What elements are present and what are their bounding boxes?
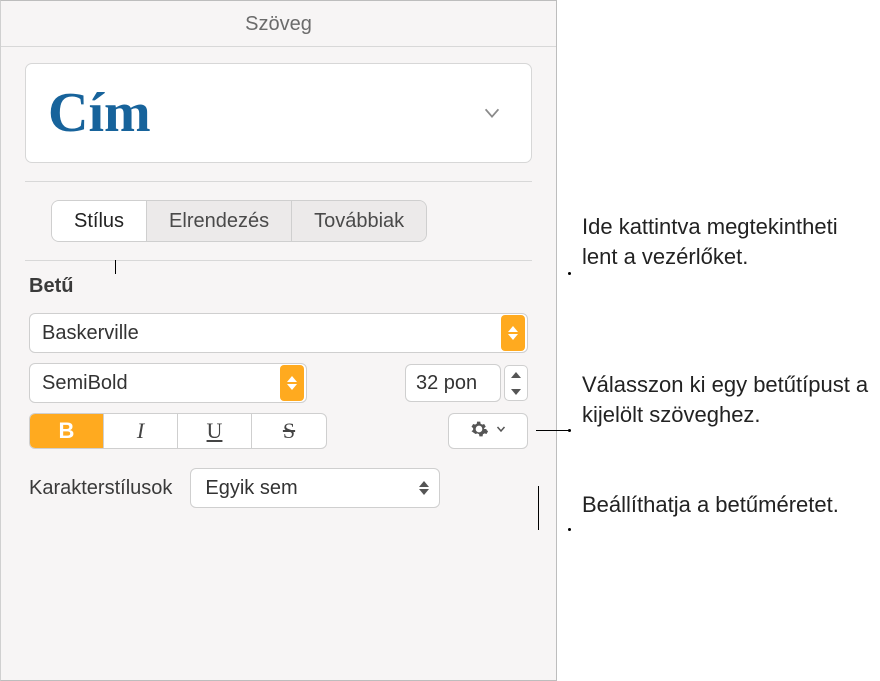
paragraph-style-value: Cím xyxy=(48,81,151,145)
tabs-row: Stílus Elrendezés Továbbiak xyxy=(1,182,556,260)
callout-font: Válasszon ki egy betűtípust a kijelölt s… xyxy=(582,370,872,429)
italic-button[interactable]: I xyxy=(104,414,178,448)
strikethrough-button[interactable]: S xyxy=(252,414,326,448)
format-panel: Szöveg Cím Stílus Elrendezés Továbbiak B… xyxy=(0,0,557,681)
chevron-down-icon xyxy=(495,422,507,440)
font-size-box: 32 pon xyxy=(405,364,528,402)
bold-button[interactable]: B xyxy=(30,414,104,448)
font-size-stepper[interactable] xyxy=(504,365,528,401)
font-weight-value: SemiBold xyxy=(42,372,128,395)
panel-title: Szöveg xyxy=(1,1,556,47)
callout-tabs: Ide kattintva megtekintheti lent a vezér… xyxy=(582,212,862,271)
character-styles-row: Karakterstílusok Egyik sem xyxy=(1,454,556,508)
updown-arrow-icon xyxy=(280,365,304,401)
underline-button[interactable]: U xyxy=(178,414,252,448)
character-styles-label: Karakterstílusok xyxy=(29,477,172,500)
font-weight-select[interactable]: SemiBold xyxy=(29,363,307,403)
text-style-row: B I U S xyxy=(1,408,556,454)
stepper-down-icon xyxy=(511,389,521,395)
font-size-input[interactable]: 32 pon xyxy=(405,364,501,402)
text-style-buttons: B I U S xyxy=(29,413,327,449)
callout-line xyxy=(536,430,570,431)
tabs-segmented-control: Stílus Elrendezés Továbbiak xyxy=(51,200,427,242)
font-section-label: Betű xyxy=(1,261,556,308)
stepper-up-icon xyxy=(511,372,521,378)
font-family-value: Baskerville xyxy=(42,322,139,345)
advanced-options-button[interactable] xyxy=(448,413,528,449)
tab-style[interactable]: Stílus xyxy=(52,201,147,241)
font-weight-row: SemiBold 32 pon xyxy=(1,358,556,408)
updown-arrow-icon xyxy=(419,481,429,495)
gear-icon xyxy=(469,419,489,444)
callout-size: Beállíthatja a betűméretet. xyxy=(582,490,862,520)
tab-layout[interactable]: Elrendezés xyxy=(147,201,292,241)
tab-more[interactable]: Továbbiak xyxy=(292,201,426,241)
chevron-down-icon xyxy=(481,102,503,124)
character-styles-value: Egyik sem xyxy=(205,477,297,500)
updown-arrow-icon xyxy=(501,315,525,351)
font-size-value: 32 pon xyxy=(416,372,477,395)
font-family-row: Baskerville xyxy=(1,308,556,358)
paragraph-style-picker[interactable]: Cím xyxy=(25,63,532,163)
character-styles-select[interactable]: Egyik sem xyxy=(190,468,440,508)
font-family-select[interactable]: Baskerville xyxy=(29,313,528,353)
